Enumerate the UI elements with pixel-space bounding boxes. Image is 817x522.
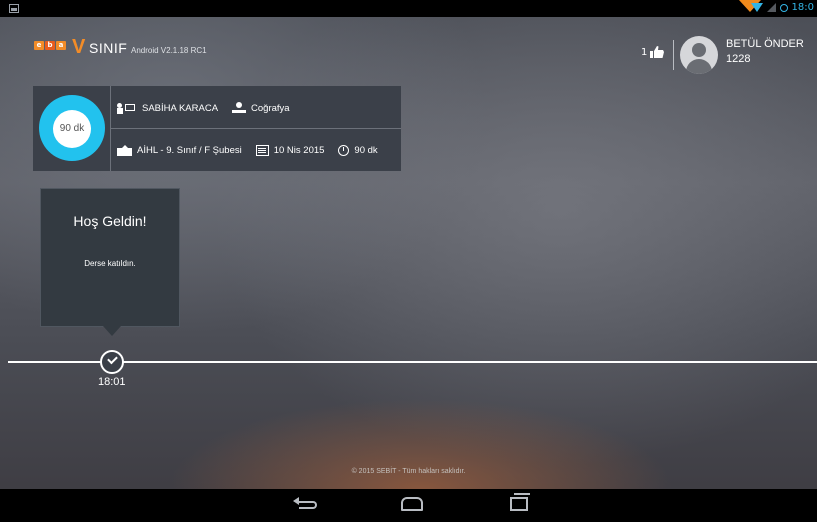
- eba-logo-a: a: [56, 41, 66, 50]
- lesson-timer: 90 dk: [39, 95, 105, 161]
- back-icon[interactable]: [293, 497, 317, 509]
- timer-label: 90 dk: [53, 110, 91, 148]
- card-divider-horizontal: [110, 128, 401, 129]
- class-name: AİHL - 9. Sınıf / F Şubesi: [137, 145, 242, 156]
- calendar-icon: [255, 145, 269, 156]
- avatar-head: [692, 43, 706, 57]
- welcome-message: Derse katıldın.: [84, 259, 136, 268]
- timeline-event-marker[interactable]: [100, 350, 124, 374]
- status-bar: 18:0: [0, 0, 817, 17]
- teacher-name: SABİHA KARACA: [142, 102, 219, 114]
- likes-count: 1: [641, 46, 648, 58]
- vsinif-logo-icon: V: [72, 36, 86, 58]
- status-time: 18:0: [791, 2, 814, 13]
- wifi-icon: [750, 3, 763, 12]
- app-version: Android V2.1.18 RC1: [131, 46, 207, 55]
- lesson-date: 10 Nis 2015: [273, 145, 325, 156]
- timeline-event-time: 18:01: [98, 376, 126, 388]
- subject-name: Coğrafya: [251, 102, 290, 114]
- subject-icon: [232, 102, 247, 114]
- eba-logo-b: b: [45, 41, 55, 50]
- signal-icon: [766, 3, 776, 12]
- welcome-popup[interactable]: Hoş Geldin! Derse katıldın.: [40, 188, 180, 327]
- user-name: BETÜL ÖNDER: [726, 38, 804, 50]
- notification-icon: [9, 4, 19, 13]
- lesson-row-bottom: AİHL - 9. Sınıf / F Şubesi 10 Nis 2015 9…: [117, 145, 378, 156]
- lesson-card: 90 dk SABİHA KARACA Coğrafya AİHL - 9. S…: [33, 86, 401, 171]
- timeline: [8, 361, 817, 363]
- recent-apps-icon[interactable]: [510, 493, 530, 511]
- eba-logo: e b a: [34, 41, 66, 50]
- school-icon: [117, 145, 132, 156]
- check-icon: [107, 353, 118, 365]
- navigation-bar: [0, 489, 817, 522]
- app-name: SINIF: [89, 40, 128, 56]
- avatar[interactable]: [680, 36, 718, 74]
- status-icons: 18:0: [750, 2, 814, 13]
- eba-logo-e: e: [34, 41, 44, 50]
- header-divider: [673, 40, 674, 70]
- copyright: © 2015 SEBİT - Tüm hakları saklıdır.: [351, 468, 466, 475]
- alarm-icon: [779, 3, 788, 12]
- lesson-row-top: SABİHA KARACA Coğrafya: [117, 102, 290, 114]
- avatar-body: [686, 59, 712, 74]
- welcome-popup-pointer: [103, 326, 121, 336]
- teacher-icon: [117, 102, 137, 114]
- lesson-duration: 90 dk: [354, 145, 378, 156]
- clock-icon: [338, 145, 350, 156]
- likes-counter[interactable]: 1: [641, 46, 665, 58]
- user-id: 1228: [726, 53, 751, 65]
- thumbs-up-icon: [650, 46, 665, 58]
- welcome-title: Hoş Geldin!: [73, 213, 147, 229]
- home-icon[interactable]: [401, 497, 423, 511]
